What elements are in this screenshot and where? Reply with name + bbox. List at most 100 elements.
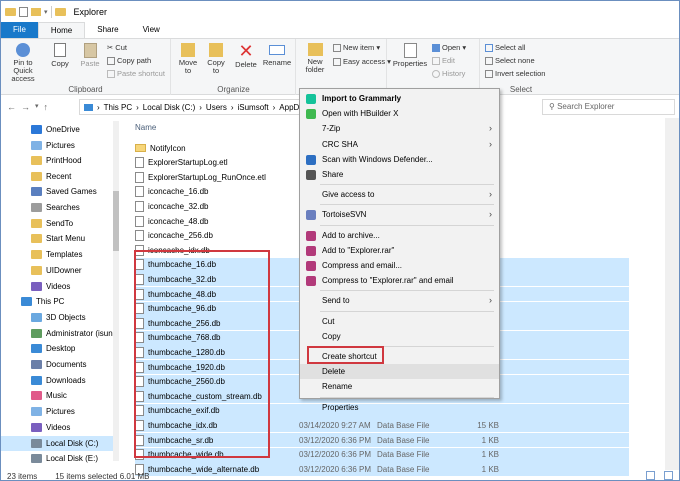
sidebar-item[interactable]: Videos <box>1 420 119 435</box>
sidebar-item[interactable]: Desktop <box>1 341 119 356</box>
context-menu-label: Delete <box>322 367 346 377</box>
properties-icon <box>403 43 417 58</box>
rename-button[interactable]: Rename <box>262 43 292 67</box>
tab-view[interactable]: View <box>131 22 172 38</box>
paste-shortcut-button[interactable]: Paste shortcut <box>107 69 165 78</box>
breadcrumb-this-pc[interactable]: This PC <box>104 103 132 112</box>
sidebar-item[interactable]: Templates <box>1 247 119 262</box>
context-menu-item[interactable]: TortoiseSVN › <box>300 207 499 222</box>
forward-arrow-icon[interactable]: → <box>21 102 30 112</box>
context-menu-item[interactable]: Import to Grammarly <box>300 91 499 106</box>
context-menu-label: Import to Grammarly <box>322 94 402 103</box>
sidebar-item[interactable]: 3D Objects <box>1 310 119 325</box>
tab-home[interactable]: Home <box>37 22 86 38</box>
sidebar-item[interactable]: Videos <box>1 279 119 294</box>
column-header-name[interactable]: Name <box>135 123 156 132</box>
sidebar-item[interactable]: UIDowner <box>1 263 119 278</box>
context-menu-item[interactable]: Properties <box>300 400 499 415</box>
sidebar-item-label: Documents <box>46 360 87 369</box>
cut-button[interactable]: ✂ Cut <box>107 43 127 52</box>
paste-button[interactable]: Paste <box>77 43 103 68</box>
copy-icon <box>54 43 66 57</box>
sidebar-item-label: Searches <box>46 203 80 212</box>
submenu-chevron-icon: › <box>489 295 492 306</box>
sidebar-item[interactable]: Music <box>1 388 119 403</box>
context-menu-label: Open with HBuilder X <box>322 109 399 119</box>
large-icons-view-icon[interactable] <box>664 471 673 480</box>
edit-button[interactable]: Edit <box>432 56 455 65</box>
properties-icon[interactable] <box>19 6 28 17</box>
breadcrumb-appdata[interactable]: AppD <box>279 103 299 112</box>
file-icon <box>135 230 144 242</box>
sidebar-item[interactable]: Local Disk (E:) <box>1 451 119 466</box>
copy-path-button[interactable]: Copy path <box>107 56 151 65</box>
menu-item-icon <box>306 245 316 256</box>
breadcrumb-users[interactable]: Users <box>206 103 227 112</box>
sidebar-item[interactable]: Saved Games <box>1 184 119 199</box>
open-button[interactable]: Open ▾ <box>432 43 466 52</box>
context-menu-item[interactable]: Scan with Windows Defender... <box>300 152 499 167</box>
context-menu-item[interactable]: Add to "Explorer.rar" <box>300 243 499 258</box>
sidebar-item[interactable]: This PC <box>1 294 119 309</box>
context-menu-separator <box>320 310 494 312</box>
sidebar-item-icon <box>31 407 42 416</box>
back-arrow-icon[interactable]: ← <box>7 102 16 112</box>
sidebar-item[interactable]: OneDrive <box>1 122 119 137</box>
sidebar-item[interactable]: SendTo <box>1 216 119 231</box>
tab-share[interactable]: Share <box>85 22 130 38</box>
copy-to-button[interactable]: Copy to <box>204 43 228 75</box>
details-view-icon[interactable] <box>646 471 655 480</box>
context-menu-item[interactable]: Delete <box>300 364 499 380</box>
context-menu-item[interactable]: Compress to "Explorer.rar" and email <box>300 273 499 288</box>
file-list-scrollbar[interactable] <box>665 118 679 470</box>
new-folder-icon[interactable] <box>31 7 41 16</box>
context-menu-item[interactable]: Send to › <box>300 293 499 308</box>
delete-button[interactable]: ✕ Delete <box>234 42 258 69</box>
sidebar-item[interactable]: Pictures <box>1 138 119 153</box>
history-button[interactable]: History <box>432 69 465 78</box>
breadcrumb-isumsoft[interactable]: iSumsoft <box>237 103 268 112</box>
select-all-button[interactable]: Select all <box>485 43 525 52</box>
context-menu-item[interactable]: 7-Zip › <box>300 121 499 136</box>
sidebar-item[interactable]: Downloads <box>1 373 119 388</box>
new-folder-button[interactable]: New folder <box>301 43 329 74</box>
context-menu-item[interactable]: Cut <box>300 314 499 329</box>
menu-item-icon <box>306 210 316 221</box>
recent-chevron-icon[interactable]: ▾ <box>35 102 39 112</box>
copy-button[interactable]: Copy <box>47 43 73 68</box>
context-menu-item[interactable]: Add to archive... <box>300 228 499 243</box>
navigation-scrollbar[interactable] <box>113 121 119 461</box>
sidebar-item[interactable]: PrintHood <box>1 153 119 168</box>
history-label: History <box>442 69 466 78</box>
context-menu-label: Share <box>322 170 344 179</box>
properties-button[interactable]: Properties <box>392 43 428 68</box>
sidebar-item[interactable]: Start Menu <box>1 231 119 246</box>
context-menu-item[interactable]: Copy <box>300 329 499 344</box>
scrollbar-thumb[interactable] <box>113 191 119 251</box>
tab-file[interactable]: File <box>1 22 38 38</box>
easy-access-button[interactable]: Easy access ▾ <box>333 57 391 66</box>
breadcrumb-local-disk[interactable]: Local Disk (C:) <box>143 103 195 112</box>
new-item-button[interactable]: New item ▾ <box>333 43 380 52</box>
pin-button[interactable]: Pin to Quick access <box>4 43 42 83</box>
sidebar-item[interactable]: Searches <box>1 200 119 215</box>
sidebar-item[interactable]: Documents <box>1 357 119 372</box>
search-input[interactable]: ⚲ Search Explorer <box>542 99 675 115</box>
context-menu-item[interactable]: Compress and email... <box>300 258 499 273</box>
sidebar-item[interactable]: Pictures <box>1 404 119 419</box>
move-to-button[interactable]: Move to <box>176 43 200 75</box>
context-menu-item[interactable]: Share <box>300 167 499 182</box>
context-menu-item[interactable]: Give access to › <box>300 187 499 202</box>
sidebar-item[interactable]: Recent <box>1 169 119 184</box>
sidebar-item[interactable]: Local Disk (C:) <box>1 436 119 451</box>
up-arrow-icon[interactable]: ↑ <box>44 102 49 112</box>
context-menu-item[interactable]: Rename <box>300 379 499 394</box>
context-menu-item[interactable]: CRC SHA › <box>300 137 499 152</box>
select-none-button[interactable]: Select none <box>485 56 535 65</box>
sidebar-item[interactable]: Administrator (isuns <box>1 326 119 341</box>
menu-item-icon <box>306 230 316 241</box>
clipboard-group: Pin to Quick access Copy Paste ✂ Cut Copy… <box>1 39 171 95</box>
context-menu-item[interactable]: Open with HBuilder X <box>300 106 499 121</box>
invert-selection-button[interactable]: Invert selection <box>485 69 545 78</box>
customize-chevron-icon[interactable]: ▾ <box>44 8 48 16</box>
